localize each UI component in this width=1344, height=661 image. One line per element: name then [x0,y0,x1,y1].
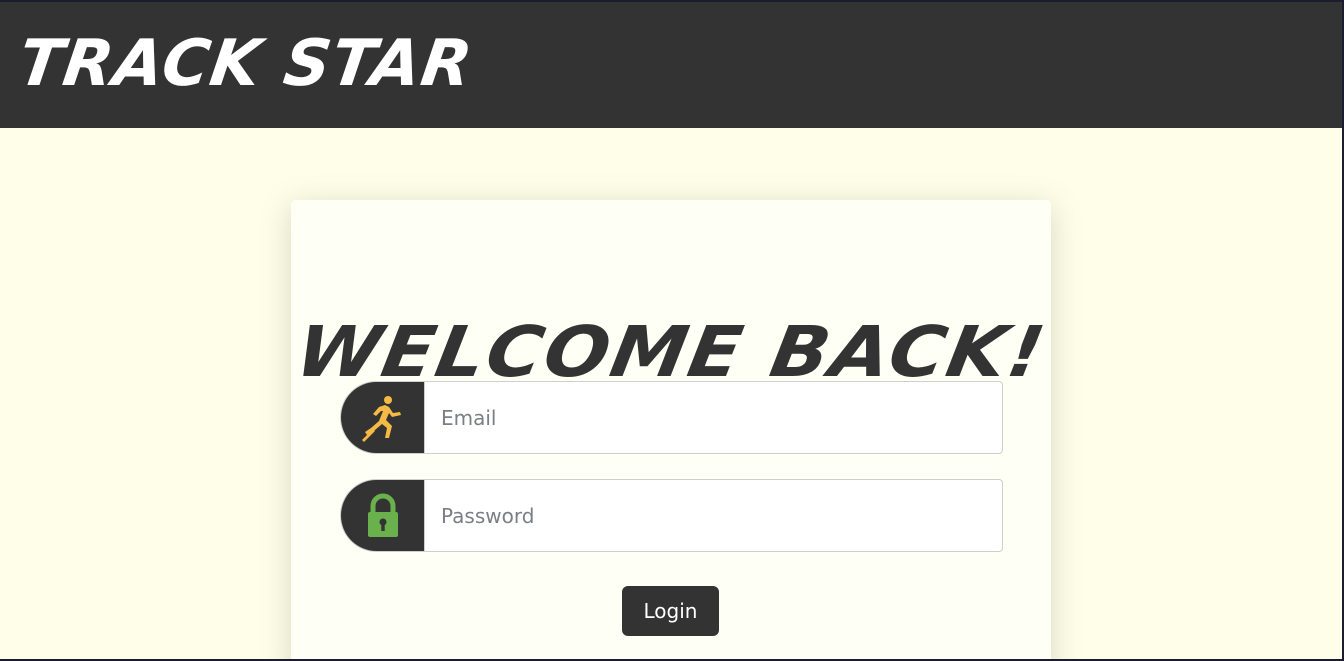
password-input-group [340,479,1003,552]
lock-icon [367,493,398,537]
email-addon [340,381,424,454]
runner-icon [361,395,401,442]
navbar: TRACK STAR [0,2,1342,128]
password-addon [340,479,424,552]
login-card: WELCOME BACK! Email Login [289,200,1053,659]
login-button[interactable]: Login [622,586,719,636]
brand-logo[interactable]: TRACK STAR [14,27,477,101]
email-field[interactable] [424,381,1003,454]
welcome-heading-text: WELCOME BACK! [289,310,1053,393]
password-field[interactable] [424,479,1003,552]
page: TRACK STAR WELCOME BACK! Email Login [0,2,1342,659]
email-input-group [340,381,1003,454]
